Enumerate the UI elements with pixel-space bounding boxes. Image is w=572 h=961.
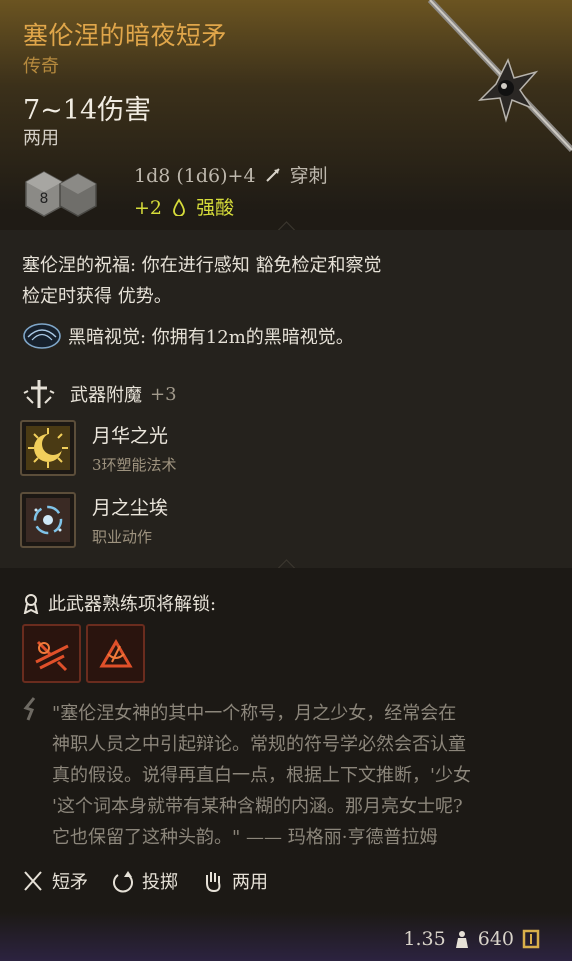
prop-label: 两用 xyxy=(232,872,268,893)
enchant-icon xyxy=(23,380,55,408)
bonus-type: 强酸 xyxy=(196,197,235,219)
weapon-properties: 短矛 投掷 两用 xyxy=(22,868,292,894)
enchant-row[interactable]: 武器附魔 +3 xyxy=(22,376,177,412)
spell-moondust[interactable]: 月之尘埃 职业动作 xyxy=(20,492,168,548)
spell-subtitle: 职业动作 xyxy=(92,528,153,546)
gold-icon xyxy=(522,929,540,949)
proficiency-section: 此武器熟练项将解锁: "塞伦涅女神的其中一个称号，月之少女，经常会在 神职人员之… xyxy=(0,568,572,893)
spell-moonbeam[interactable]: 月华之光 3环塑能法术 xyxy=(20,420,177,476)
short-spear-icon xyxy=(24,871,42,891)
blessing-line: 检定时获得 优势。 xyxy=(22,286,172,307)
unlock-icon xyxy=(23,594,39,614)
footer-section: 1.35 640 xyxy=(0,912,572,961)
die-value: 8 xyxy=(40,191,49,207)
bonus-damage: +2 xyxy=(134,197,163,219)
lore-line: 神职人员之中引起辩论。常规的符号学必然会否认童 xyxy=(52,734,466,755)
weight-icon xyxy=(455,931,468,948)
bonus-damage-line: +2 强酸 xyxy=(134,193,234,220)
lore-line: '这个词本身就带有某种含糊的内涵。那月亮女士呢? xyxy=(52,796,463,817)
lore-line: 真的假设。说得再直白一点，根据上下文推断，'少女 xyxy=(52,765,471,786)
versatile-icon xyxy=(206,872,221,893)
properties-section: 塞伦涅的祝福: 你在进行感知 豁免检定和察觉 检定时获得 优势。 黑暗视觉: 你… xyxy=(0,230,572,568)
lore-text: "塞伦涅女神的其中一个称号，月之少女，经常会在 神职人员之中引起辩论。常规的符号… xyxy=(52,698,552,853)
darkvision-icon xyxy=(23,323,61,349)
spell-name: 月之尘埃 xyxy=(92,497,169,519)
lore-line: 它也保留了这种头韵。" —— 玛格丽·亨德普拉姆 xyxy=(52,827,438,848)
item-damage: 7~14伤害 xyxy=(23,95,152,126)
prop-short-spear[interactable]: 短矛 xyxy=(22,868,88,894)
blessing-line: 塞伦涅的祝福: 你在进行感知 豁免检定和察觉 xyxy=(22,255,382,276)
spear-illustration xyxy=(427,0,572,153)
spell-icon-frame xyxy=(20,420,76,476)
header-section: 塞伦涅的暗夜短矛 传奇 7~14伤害 两用 8 1d8 (1d6)+4 穿刺 +… xyxy=(0,0,572,230)
quote-icon xyxy=(23,697,36,721)
gold-value: 640 xyxy=(477,928,514,950)
darkvision-text: 黑暗视觉: 你拥有12m的黑暗视觉。 xyxy=(68,327,354,348)
moonbeam-icon xyxy=(26,426,70,470)
item-name: 塞伦涅的暗夜短矛 xyxy=(23,21,228,50)
item-rarity: 传奇 xyxy=(23,56,59,77)
unlock-row: 此武器熟练项将解锁: xyxy=(22,590,216,616)
acid-icon xyxy=(173,198,185,216)
enchant-label: 武器附魔 xyxy=(70,385,142,406)
item-handedness: 两用 xyxy=(23,128,59,149)
thrown-icon xyxy=(113,871,133,893)
action-icon xyxy=(98,638,133,667)
dice-icon: 8 xyxy=(25,171,97,217)
prop-thrown[interactable]: 投掷 xyxy=(112,868,178,894)
spell-info: 月华之光 3环塑能法术 xyxy=(92,421,177,475)
spell-info: 月之尘埃 职业动作 xyxy=(92,493,168,547)
spell-icon-frame xyxy=(20,492,76,548)
prop-label: 投掷 xyxy=(142,872,178,893)
item-tooltip: 塞伦涅的暗夜短矛 传奇 7~14伤害 两用 8 1d8 (1d6)+4 穿刺 +… xyxy=(0,0,572,961)
lore-line: "塞伦涅女神的其中一个称号，月之少女，经常会在 xyxy=(52,703,457,724)
pierce-icon xyxy=(265,168,280,182)
damage-roll: 1d8 (1d6)+4 xyxy=(134,165,256,187)
action-slot[interactable] xyxy=(22,624,81,683)
damage-type: 穿刺 xyxy=(289,165,328,187)
action-slot[interactable] xyxy=(86,624,145,683)
action-icon xyxy=(34,640,69,671)
prop-label: 短矛 xyxy=(52,872,88,893)
enchant-value: +3 xyxy=(150,383,177,405)
spell-subtitle: 3环塑能法术 xyxy=(92,456,177,474)
weight-value: 1.35 xyxy=(403,928,446,950)
prop-versatile[interactable]: 两用 xyxy=(202,868,268,894)
spell-name: 月华之光 xyxy=(92,425,169,447)
damage-roll-line: 1d8 (1d6)+4 穿刺 xyxy=(134,161,328,188)
darkvision-row[interactable]: 黑暗视觉: 你拥有12m的黑暗视觉。 xyxy=(22,318,354,354)
footer-row: 1.35 640 xyxy=(403,928,548,950)
moondust-icon xyxy=(26,498,70,542)
blessing-text: 塞伦涅的祝福: 你在进行感知 豁免检定和察觉 检定时获得 优势。 xyxy=(22,250,492,312)
unlock-label: 此武器熟练项将解锁: xyxy=(48,594,217,615)
